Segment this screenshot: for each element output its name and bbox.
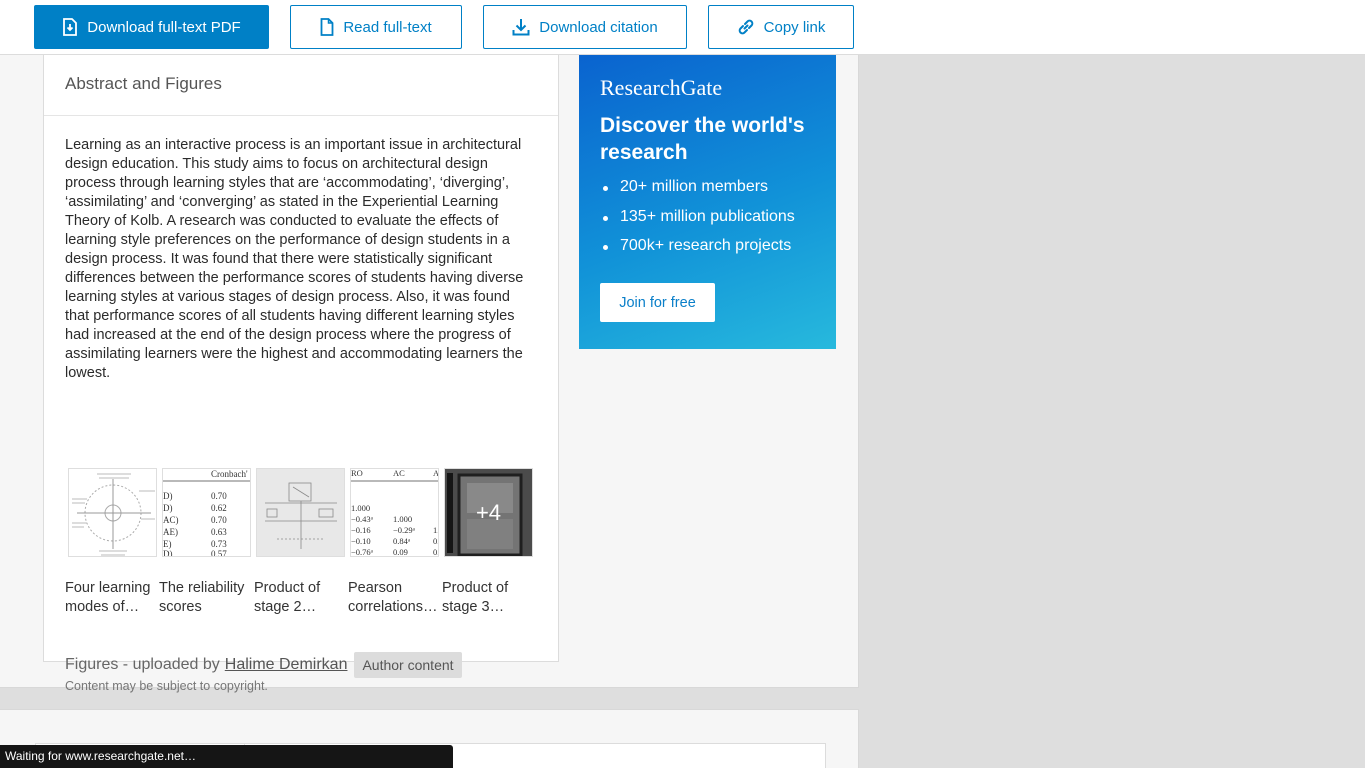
abstract-heading: Abstract and Figures	[44, 55, 558, 116]
figure-4-header-2: AC	[393, 469, 405, 478]
figure-4-col3-2: 0.	[433, 536, 439, 546]
figure-4-col1-5: −0.76ᵃ	[351, 547, 374, 557]
figure-1-image	[72, 473, 155, 556]
download-citation-button[interactable]: Download citation	[483, 5, 687, 49]
figure-caption-2[interactable]: The reliability scores	[159, 579, 251, 617]
ad-bullet-projects: 700k+ research projects	[600, 237, 795, 267]
figures-uploaded-line: Figures - uploaded by Halime Demirkan Au…	[65, 652, 462, 678]
figure-2-value-5: 0.73	[211, 539, 227, 549]
figure-4-col1-3: −0.16	[351, 525, 371, 535]
action-toolbar: Download full-text PDF Read full-text Do…	[0, 0, 1365, 55]
ad-bullet-publications: 135+ million publications	[600, 208, 795, 238]
figure-4-col3-1: 1.	[433, 525, 439, 535]
copy-link-button[interactable]: Copy link	[708, 5, 854, 49]
download-pdf-button[interactable]: Download full-text PDF	[34, 5, 269, 49]
figure-4-col2-3: 0.84ᵃ	[393, 536, 411, 546]
figures-prefix: Figures - uploaded by	[65, 656, 220, 673]
researchgate-ad: ResearchGate Discover the world's resear…	[579, 55, 836, 349]
figure-4-header-3: A	[433, 469, 439, 478]
figure-caption-4-text: Pearson correlations…	[348, 580, 438, 615]
figure-caption-1-text: Four learning modes of…	[65, 580, 151, 615]
figure-caption-3-text: Product of stage 2 (first…	[254, 580, 321, 615]
author-content-badge: Author content	[354, 652, 462, 678]
file-icon	[320, 18, 334, 36]
figure-2-value-1: 0.70	[211, 491, 227, 501]
figure-caption-2-text: The reliability scores	[159, 580, 245, 615]
figure-2-label-5: E)	[163, 539, 172, 549]
ad-bullets: 20+ million members 135+ million publica…	[600, 178, 795, 267]
researchgate-logo: ResearchGate	[600, 75, 723, 100]
figure-thumbnail-4[interactable]: RO AC A 1.000 −0.43ᵃ −0.16 −0.10 −0.76ᵃ …	[350, 468, 439, 557]
figure-2-label-3: AC)	[163, 515, 179, 525]
ad-bullet-members: 20+ million members	[600, 178, 795, 208]
figure-thumbnail-5[interactable]: +4	[444, 468, 533, 557]
figure-2-value-4: 0.63	[211, 527, 227, 537]
uploader-link[interactable]: Halime Demirkan	[225, 656, 348, 674]
figure-4-col2-1: 1.000	[393, 514, 412, 524]
figure-2-label-1: D)	[163, 491, 173, 501]
copy-link-label: Copy link	[763, 18, 826, 36]
figure-thumbnail-3[interactable]	[256, 468, 345, 557]
browser-status-bar: Waiting for www.researchgate.net…	[0, 745, 453, 768]
figure-caption-3[interactable]: Product of stage 2 (first…	[254, 579, 346, 617]
join-for-free-button[interactable]: Join for free	[600, 283, 715, 322]
link-icon	[738, 19, 753, 35]
download-pdf-label: Download full-text PDF	[87, 18, 241, 36]
figure-2-label-4: AE)	[163, 527, 178, 537]
abstract-card: Abstract and Figures Learning as an inte…	[43, 55, 559, 693]
figure-thumbnail-2[interactable]: Cronbach' D) 0.70 D) 0.62 AC) 0.70 AE) 0.63 …	[162, 468, 251, 557]
figure-2-value-3: 0.70	[211, 515, 227, 525]
read-fulltext-label: Read full-text	[343, 18, 432, 36]
figure-thumbnail-1[interactable]	[68, 468, 157, 557]
download-icon	[512, 19, 530, 36]
figure-caption-4[interactable]: Pearson correlations…	[348, 579, 440, 617]
figure-caption-1[interactable]: Four learning modes of…	[65, 579, 157, 617]
ad-title: Discover the world's research	[600, 114, 805, 164]
read-fulltext-button[interactable]: Read full-text	[290, 5, 462, 49]
figure-4-col1-4: −0.10	[351, 536, 371, 546]
figure-4-col1-2: −0.43ᵃ	[351, 514, 374, 524]
copyright-note: Content may be subject to copyright.	[65, 679, 268, 693]
figure-2-header: Cronbach'	[211, 469, 248, 479]
figure-3-image	[257, 469, 344, 556]
figure-4-col2-4: 0.09	[393, 547, 408, 557]
file-download-icon	[63, 18, 78, 36]
figure-2-label-2: D)	[163, 503, 173, 513]
figure-4-col3-3: 0.	[433, 547, 439, 557]
figure-4-header-1: RO	[351, 469, 363, 478]
figure-caption-5-text: Product of stage 3 (thre…	[442, 580, 509, 615]
figure-4-col1-1: 1.000	[351, 503, 370, 513]
figure-2-label-6: D)	[163, 549, 173, 557]
download-citation-label: Download citation	[539, 18, 658, 36]
figure-2-value-6: 0.57	[211, 549, 227, 557]
figure-4-col2-2: −0.29ᵃ	[393, 525, 416, 535]
figure-2-image: Cronbach' D) 0.70 D) 0.62 AC) 0.70 AE) 0.63 …	[163, 469, 250, 557]
figure-4-image: RO AC A 1.000 −0.43ᵃ −0.16 −0.10 −0.76ᵃ …	[351, 469, 439, 557]
more-figures-overlay: +4	[445, 469, 532, 556]
abstract-text: Learning as an interactive process is an…	[65, 137, 524, 381]
figure-caption-5[interactable]: Product of stage 3 (thre…	[442, 579, 534, 617]
figure-2-value-2: 0.62	[211, 503, 227, 513]
